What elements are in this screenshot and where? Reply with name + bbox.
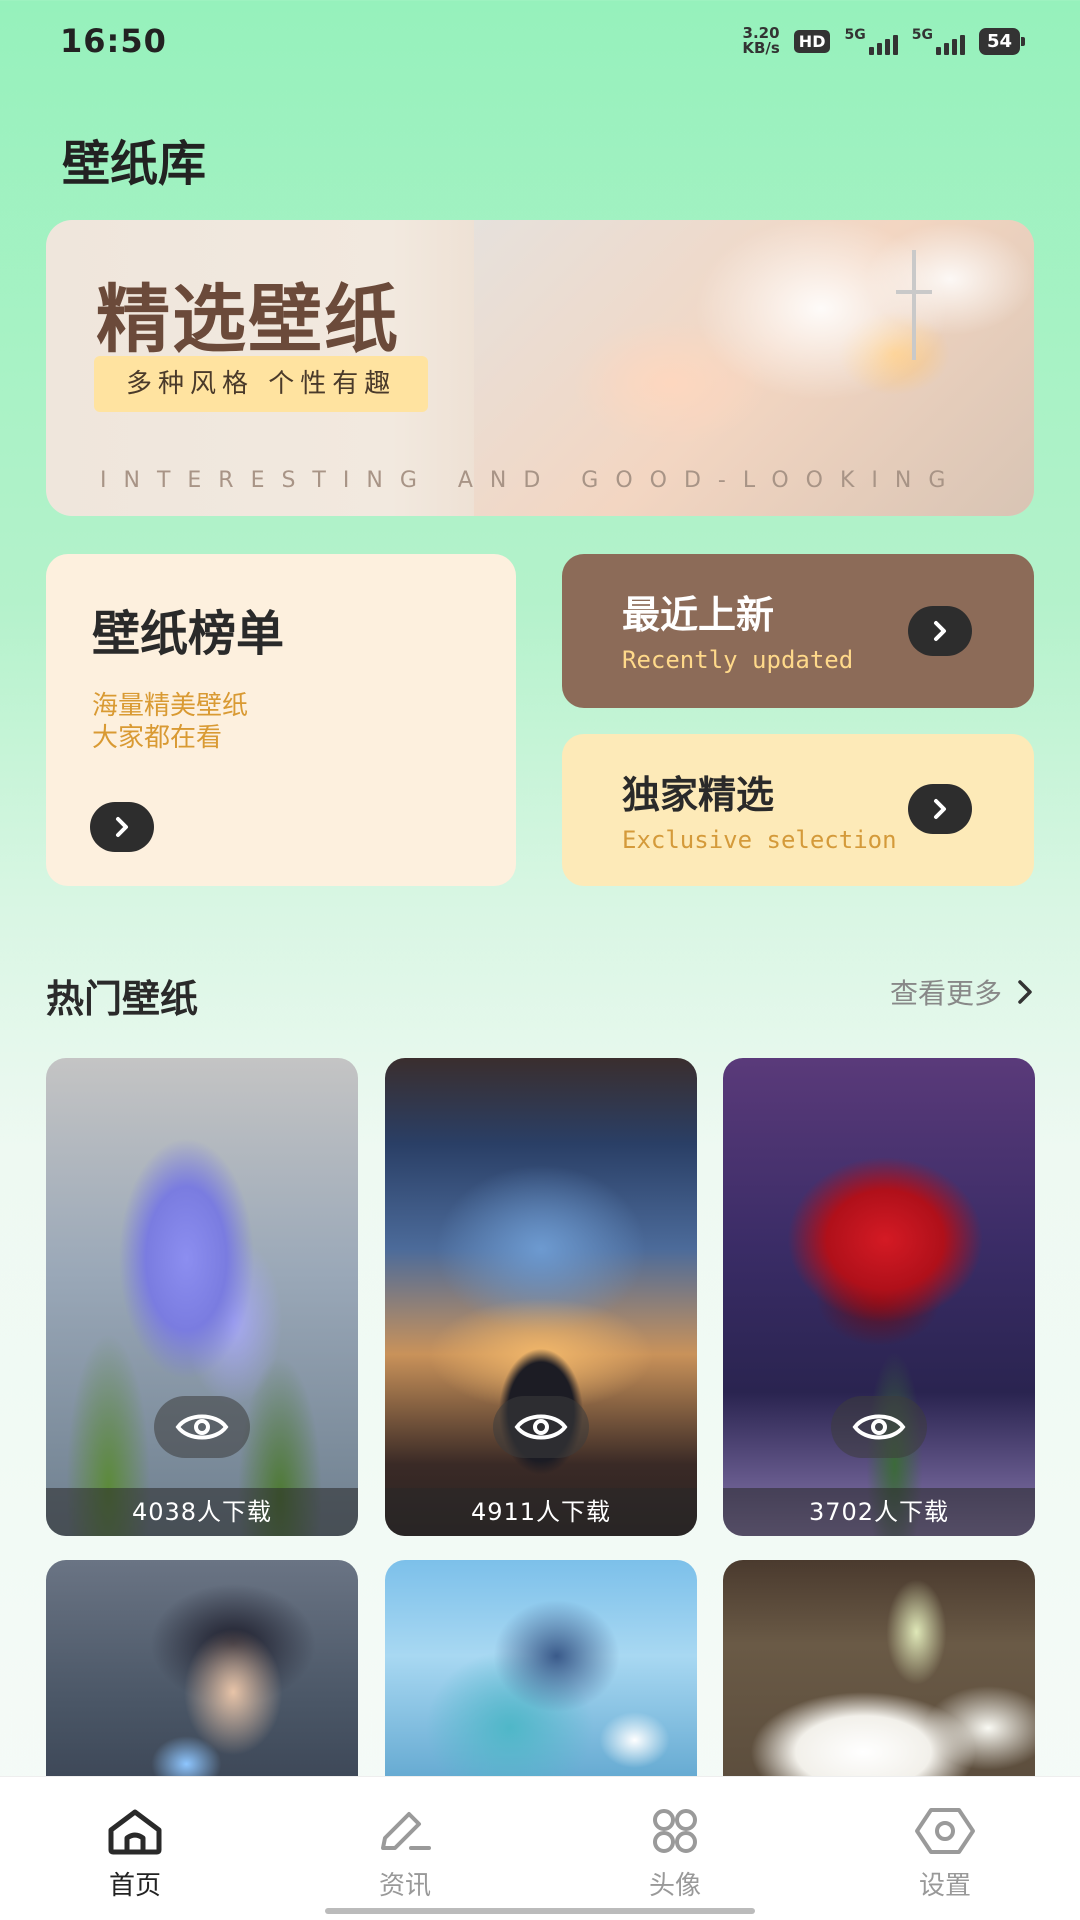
signal-icon: 5G	[912, 27, 965, 55]
preview-button[interactable]	[831, 1396, 927, 1458]
exclusive-card-title: 独家精选	[622, 773, 775, 817]
eye-icon	[175, 1414, 229, 1440]
home-icon	[108, 1809, 162, 1855]
banner-subtitle: INTERESTING AND GOOD-LOOKING	[100, 468, 963, 493]
wallpaper-thumbnail[interactable]	[723, 1560, 1035, 1800]
chevron-right-icon	[1018, 980, 1032, 1004]
status-icons: 3.20 KB/s HD 5G 5G 54	[742, 24, 1026, 57]
ranking-card[interactable]: 壁纸榜单 海量精美壁纸 大家都在看	[46, 554, 516, 886]
tab-avatar[interactable]: 头像	[540, 1777, 810, 1920]
tab-news[interactable]: 资讯	[270, 1777, 540, 1920]
chevron-right-icon	[116, 817, 128, 837]
battery-icon: 54	[978, 27, 1026, 55]
preview-button[interactable]	[154, 1396, 250, 1458]
wallpaper-thumbnail[interactable]	[46, 1560, 358, 1800]
wallpaper-thumbnail[interactable]: 4911人下载	[385, 1058, 697, 1536]
recent-card-title: 最近上新	[622, 593, 775, 637]
exclusive-card-subtitle: Exclusive selection	[622, 826, 897, 854]
exclusive-card[interactable]: 独家精选 Exclusive selection	[562, 734, 1034, 886]
section-title: 热门壁纸	[46, 977, 199, 1021]
signal-icon: 5G	[844, 27, 898, 55]
eye-icon	[852, 1414, 906, 1440]
ranking-arrow-button[interactable]	[90, 802, 154, 852]
banner-tag: 多种风格 个性有趣	[94, 356, 429, 412]
ranking-card-desc: 海量精美壁纸 大家都在看	[92, 691, 249, 753]
download-count: 3702人下载	[723, 1488, 1035, 1536]
status-time: 16:50	[60, 22, 167, 60]
download-count: 4911人下载	[385, 1488, 697, 1536]
eye-icon	[514, 1414, 568, 1440]
banner-title: 精选壁纸	[96, 277, 400, 363]
settings-icon	[915, 1808, 975, 1854]
recent-card-subtitle: Recently updated	[622, 646, 854, 674]
chevron-right-icon	[934, 621, 946, 641]
grid-icon	[653, 1809, 697, 1853]
wallpaper-thumbnail[interactable]: 4038人下载	[46, 1058, 358, 1536]
recent-card[interactable]: 最近上新 Recently updated	[562, 554, 1034, 708]
banner-earring-decoration	[896, 290, 932, 294]
chevron-right-icon	[934, 799, 946, 819]
download-count: 4038人下载	[46, 1488, 358, 1536]
ranking-card-title: 壁纸榜单	[92, 606, 285, 662]
wallpaper-thumbnail[interactable]	[385, 1560, 697, 1800]
recent-arrow-button[interactable]	[908, 606, 972, 656]
tab-settings[interactable]: 设置	[810, 1777, 1080, 1920]
network-speed: 3.20 KB/s	[742, 24, 780, 57]
featured-banner[interactable]: 精选壁纸 多种风格 个性有趣 INTERESTING AND GOOD-LOOK…	[46, 220, 1034, 516]
status-bar: 16:50 3.20 KB/s HD 5G 5G 54	[0, 0, 1080, 90]
exclusive-arrow-button[interactable]	[908, 784, 972, 834]
tab-label: 设置	[918, 1871, 971, 1901]
hd-icon: HD	[793, 29, 831, 53]
wallpaper-thumbnail[interactable]: 3702人下载	[723, 1058, 1035, 1536]
home-indicator	[325, 1908, 755, 1914]
preview-button[interactable]	[493, 1396, 589, 1458]
tab-label: 首页	[108, 1871, 161, 1901]
page-title: 壁纸库	[62, 136, 207, 192]
edit-icon	[381, 1812, 431, 1850]
banner-earring-decoration	[912, 250, 916, 360]
tab-home[interactable]: 首页	[0, 1777, 270, 1920]
bottom-tab-bar: 首页 资讯 头像 设置	[0, 1776, 1080, 1920]
see-more-link[interactable]: 查看更多	[890, 972, 1034, 1012]
tab-label: 头像	[648, 1871, 701, 1901]
tab-label: 资讯	[378, 1871, 431, 1901]
